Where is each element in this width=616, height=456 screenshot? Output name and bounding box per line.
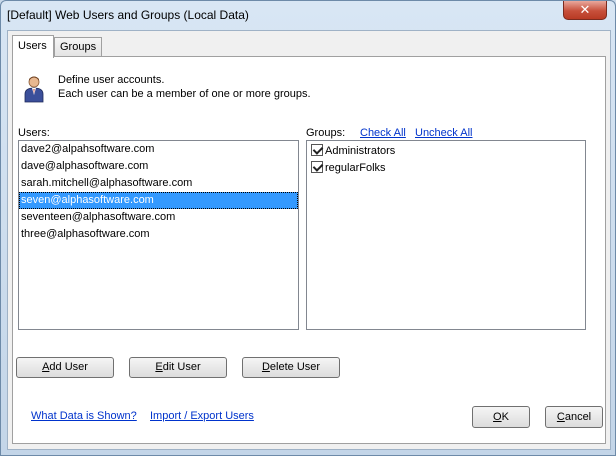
user-list-item[interactable]: seven@alphasoftware.com [19,192,298,209]
add-user-button[interactable]: Add User [16,357,114,378]
user-list-item[interactable]: seventeen@alphasoftware.com [19,209,298,226]
group-list-item[interactable]: regularFolks [307,160,585,177]
edit-user-button[interactable]: Edit User [129,357,227,378]
import-export-users-link[interactable]: Import / Export Users [150,410,254,422]
close-icon: ✕ [579,2,591,17]
description-line-2: Each user can be a member of one or more… [58,88,311,100]
group-list-item[interactable]: Administrators [307,143,585,160]
user-account-icon [24,76,44,103]
group-checkbox[interactable] [311,161,323,173]
group-label: Administrators [325,145,396,157]
check-all-link[interactable]: Check All [360,127,406,139]
description-text: Define user accounts. Each user can be a… [58,73,311,101]
what-data-shown-link[interactable]: What Data is Shown? [31,410,137,422]
uncheck-all-link[interactable]: Uncheck All [415,127,472,139]
tab-users[interactable]: Users [12,35,54,58]
window-title: [Default] Web Users and Groups (Local Da… [7,8,249,22]
title-bar[interactable]: [Default] Web Users and Groups (Local Da… [1,1,615,31]
groups-label: Groups: [306,127,346,139]
group-label: regularFolks [325,162,386,174]
close-button[interactable]: ✕ [563,1,607,20]
description-line-1: Define user accounts. [58,74,165,86]
dialog-client-area: Users Groups Define user accounts. Each … [7,30,611,450]
user-list-item[interactable]: sarah.mitchell@alphasoftware.com [19,175,298,192]
users-tab-panel: Define user accounts. Each user can be a… [12,56,606,444]
user-list-item[interactable]: three@alphasoftware.com [19,226,298,243]
user-list-item[interactable]: dave@alphasoftware.com [19,158,298,175]
dialog-window: [Default] Web Users and Groups (Local Da… [0,0,616,456]
users-listbox[interactable]: dave2@alpahsoftware.com dave@alphasoftwar… [18,140,299,330]
user-list-item[interactable]: dave2@alpahsoftware.com [19,141,298,158]
tab-groups[interactable]: Groups [54,37,102,57]
delete-user-button[interactable]: Delete User [242,357,340,378]
users-label: Users: [18,127,50,139]
cancel-button[interactable]: Cancel [545,406,603,428]
groups-checklist[interactable]: Administrators regularFolks [306,140,586,330]
ok-button[interactable]: OK [472,406,530,428]
group-checkbox[interactable] [311,144,323,156]
